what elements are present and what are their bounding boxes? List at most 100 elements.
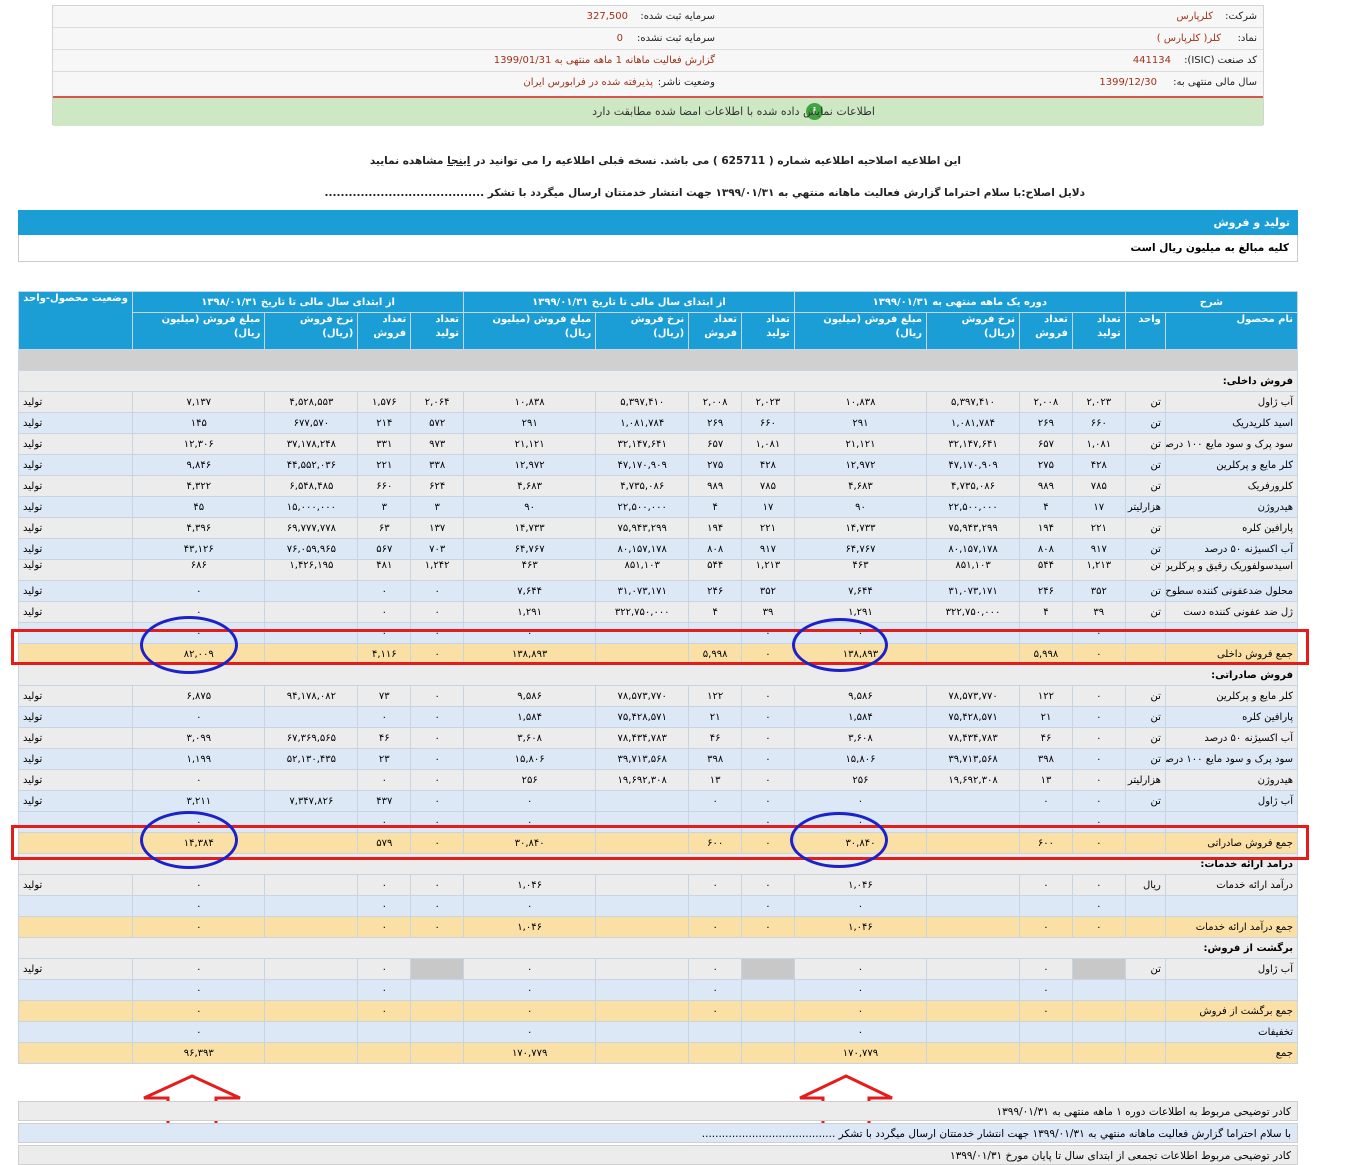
status-cell: تولید <box>17 391 134 413</box>
value-cell: ۱۹۴ <box>688 517 743 539</box>
unit-cell: تن <box>1124 685 1166 707</box>
value-cell: ۱,۲۴۲ <box>410 559 465 581</box>
value-cell <box>410 1000 465 1022</box>
table-row: محلول ضدعفونی کننده سطوح تن ۳۵۲ ۲۴۶ ۳۱,۰۷۳,۱… <box>17 580 1299 602</box>
value-cell: ۳۹ <box>1071 601 1126 623</box>
value-cell: ۰ <box>357 601 412 623</box>
value-cell: ۰ <box>793 895 928 917</box>
value-cell: ۴۵ <box>132 496 266 518</box>
value-cell <box>926 979 1021 1001</box>
value-cell: ۱,۰۸۱,۷۸۴ <box>926 412 1021 434</box>
value-cell: ۰ <box>132 1021 266 1043</box>
value-cell: ۰ <box>1019 1000 1073 1022</box>
value-cell: ۰ <box>132 769 266 791</box>
unit-cell <box>1124 1021 1166 1043</box>
value-cell: ۰ <box>793 979 928 1001</box>
value-cell: ۱,۵۸۴ <box>793 706 928 728</box>
value-cell: ۰ <box>688 874 743 896</box>
value-cell <box>264 769 359 791</box>
value-cell: ۰ <box>410 790 465 812</box>
value-cell: ۷۸,۵۷۳,۷۷۰ <box>926 685 1021 707</box>
value-cell <box>1071 1000 1126 1022</box>
value-cell: ۱,۰۸۱ <box>1071 433 1126 455</box>
value-cell <box>1019 1042 1073 1064</box>
product-name: پارافین کلره <box>1164 517 1299 539</box>
value-cell <box>357 1042 412 1064</box>
value-cell: ۴۳۷ <box>357 790 412 812</box>
value-cell: ۲,۰۲۳ <box>1071 391 1126 413</box>
value-cell: ۰ <box>132 706 266 728</box>
value-cell: ۰ <box>132 916 266 938</box>
value-cell: ۲۲,۵۰۰,۰۰۰ <box>595 496 690 518</box>
previous-version-link[interactable]: اینجا <box>447 155 470 167</box>
value-cell: ۴۲۸ <box>741 454 795 476</box>
header-rate: نرخ فروش (ریال) <box>595 312 690 350</box>
value-cell <box>1071 958 1126 980</box>
product-name: سود پرک و سود مایع ۱۰۰ درصد <box>1164 748 1299 770</box>
product-name: محلول ضدعفونی کننده سطوح <box>1164 580 1299 602</box>
value-cell: ۱,۵۷۶ <box>357 391 412 413</box>
value-cell: ۰ <box>741 895 795 917</box>
value-cell <box>595 958 690 980</box>
value-cell <box>595 895 690 917</box>
value-cell: ۰ <box>688 1000 743 1022</box>
value-cell: ۰ <box>688 916 743 938</box>
value-cell: ۳۲۲,۷۵۰,۰۰۰ <box>926 601 1021 623</box>
symbol-value[interactable]: کلر( کلرپارس ) <box>1157 28 1221 49</box>
value-cell: ۰ <box>132 895 266 917</box>
status-cell: تولید <box>17 517 134 539</box>
value-cell: ۰ <box>1071 748 1126 770</box>
value-cell: ۰ <box>741 874 795 896</box>
value-cell: ۴,۵۲۸,۵۵۳ <box>264 391 359 413</box>
value-cell: ۰ <box>793 1021 928 1043</box>
value-cell: ۱۷۰,۷۷۹ <box>463 1042 597 1064</box>
value-cell: ۱۳ <box>688 769 743 791</box>
value-cell: ۰ <box>1071 769 1126 791</box>
value-cell: ۳,۲۱۱ <box>132 790 266 812</box>
value-cell: ۹,۵۸۶ <box>793 685 928 707</box>
value-cell: ۰ <box>1071 706 1126 728</box>
value-cell: ۰ <box>357 895 412 917</box>
footer-note-3-text: کادر توضیحی مربوط اطلاعات تجمعی از ابتدا… <box>949 1150 1291 1162</box>
product-name: جمع <box>1164 1042 1299 1064</box>
status-cell: تولید <box>17 475 134 497</box>
value-cell: ۳,۶۰۸ <box>463 727 597 749</box>
value-cell: ۰ <box>1071 790 1126 812</box>
value-cell: ۱,۴۲۶,۱۹۵ <box>264 559 359 581</box>
value-cell: ۰ <box>741 727 795 749</box>
status-cell: تولید <box>17 874 134 896</box>
value-cell: ۶,۸۷۵ <box>132 685 266 707</box>
value-cell: ۷۸۵ <box>1071 475 1126 497</box>
product-name: آب ژاول <box>1164 790 1299 812</box>
product-name: آب ژاول <box>1164 391 1299 413</box>
header-period-3: از ابتدای سال مالی تا تاریخ ۱۳۹۸/۰۱/۳۱ <box>132 291 465 313</box>
table-section-row: برگشت از فروش: <box>18 937 1298 959</box>
value-cell: ۴۷,۱۷۰,۹۰۹ <box>926 454 1021 476</box>
value-cell: ۱۹,۶۹۲,۳۰۸ <box>926 769 1021 791</box>
value-cell: ۰ <box>1019 874 1073 896</box>
value-cell: ۱,۵۸۴ <box>463 706 597 728</box>
unit-cell: تن <box>1124 454 1166 476</box>
product-name: اسیدسولفوریک رقیق و پرکلرین مایع <box>1164 559 1299 581</box>
value-cell: ۰ <box>357 916 412 938</box>
value-cell <box>926 874 1021 896</box>
value-cell: ۰ <box>410 580 465 602</box>
value-cell: ۷۸,۴۳۴,۷۸۳ <box>595 727 690 749</box>
value-cell: ۰ <box>463 1000 597 1022</box>
product-name: درآمد ارائه خدمات <box>1164 874 1299 896</box>
value-cell: ۲,۰۶۴ <box>410 391 465 413</box>
table-section-row: فروش داخلی: <box>18 370 1298 392</box>
company-value[interactable]: کلرپارس <box>1177 6 1213 27</box>
value-cell: ۵۴۴ <box>1019 559 1073 581</box>
value-cell: ۹۰ <box>463 496 597 518</box>
value-cell: ۶۸۶ <box>132 559 266 581</box>
value-cell: ۲۲۱ <box>741 517 795 539</box>
value-cell: ۰ <box>357 706 412 728</box>
value-cell: ۰ <box>1019 916 1073 938</box>
value-cell: ۰ <box>357 1000 412 1022</box>
value-cell <box>741 1021 795 1043</box>
header-product: نام محصول <box>1164 312 1299 350</box>
value-cell: ۰ <box>132 979 266 1001</box>
product-name: اسید کلریدریک <box>1164 412 1299 434</box>
table-total-row: جمع درآمد ارائه خدمات ۰ ۰ ۱,۰۴۶ ۰ ۰ ۱,۰۴۶ ۰ ۰ ۰ <box>17 916 1299 938</box>
